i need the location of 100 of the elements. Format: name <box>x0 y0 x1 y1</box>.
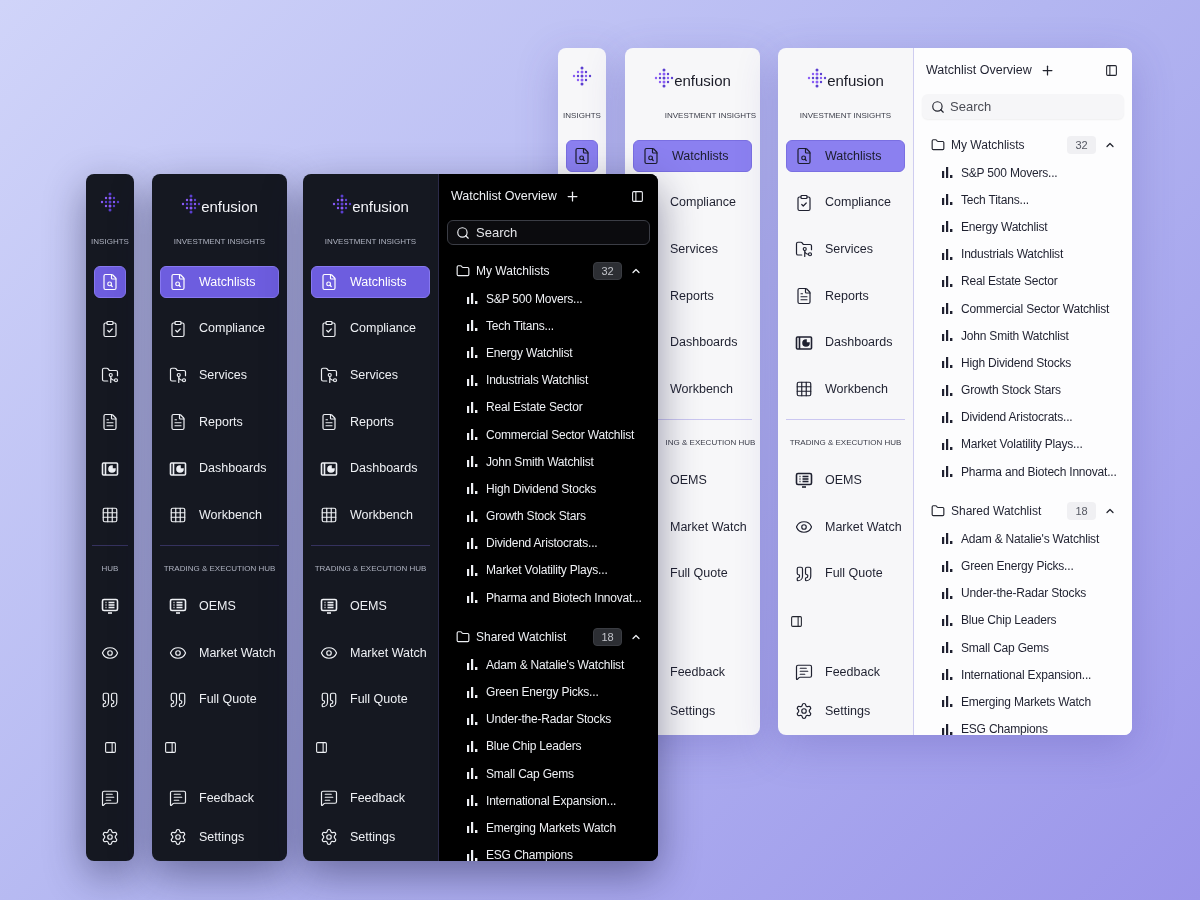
nav-item[interactable]: Feedback <box>786 656 905 688</box>
watchlist-item[interactable]: Dividend Aristocrats... <box>922 403 1124 431</box>
message-icon <box>795 663 813 681</box>
search-field[interactable]: Search <box>447 220 650 245</box>
watchlist-item[interactable]: S&P 500 Movers... <box>447 285 650 313</box>
nav-item[interactable]: Services <box>160 359 279 392</box>
watchlist-item[interactable]: Industrials Watchlist <box>447 366 650 394</box>
nav-item[interactable]: Compliance <box>786 186 905 219</box>
watchlist-item[interactable]: Small Cap Gems <box>922 634 1124 662</box>
watchlist-item[interactable]: John Smith Watchlist <box>922 322 1124 350</box>
nav-item[interactable]: Workbench <box>160 499 279 532</box>
nav-item[interactable]: Market Watch <box>786 511 905 544</box>
watchlist-item[interactable]: High Dividend Stocks <box>447 475 650 503</box>
nav-item[interactable]: Watchlists <box>633 140 752 172</box>
nav-item[interactable]: Reports <box>160 406 279 439</box>
watchlist-item[interactable]: Blue Chip Leaders <box>447 732 650 760</box>
watchlist-item[interactable]: ESG Champions <box>447 841 650 861</box>
nav-item[interactable]: Services <box>661 233 752 266</box>
nav-button[interactable] <box>94 266 126 298</box>
nav-item[interactable]: Workbench <box>661 373 752 406</box>
nav-item[interactable]: Full Quote <box>311 683 430 716</box>
nav-item[interactable]: Settings <box>311 821 430 853</box>
watchlist-item[interactable]: International Expansion... <box>922 661 1124 689</box>
nav-item[interactable]: Market Watch <box>661 511 752 544</box>
nav-item[interactable]: OEMS <box>160 590 279 623</box>
quote-icon <box>101 690 119 709</box>
watchlist-item[interactable]: Tech Titans... <box>922 186 1124 214</box>
watchlist-item[interactable]: Growth Stock Stars <box>447 502 650 530</box>
search-field[interactable]: Search <box>922 94 1124 119</box>
bar-chart-icon <box>942 248 953 260</box>
nav-item[interactable]: Watchlists <box>786 140 905 172</box>
watchlist-item[interactable]: Pharma and Biotech Innovat... <box>922 458 1124 486</box>
nav-item[interactable]: Settings <box>786 695 905 727</box>
watchlist-item[interactable]: Commercial Sector Watchlist <box>447 420 650 449</box>
nav-item[interactable]: Feedback <box>311 782 430 814</box>
nav-item[interactable]: Settings <box>661 695 752 727</box>
panel-toggle-icon[interactable] <box>790 615 803 629</box>
document-search-icon <box>320 273 338 291</box>
watchlist-item[interactable]: Energy Watchlist <box>447 339 650 367</box>
nav-item[interactable]: Services <box>786 233 905 266</box>
watchlist-item[interactable]: Commercial Sector Watchlist <box>922 294 1124 323</box>
watchlist-item[interactable]: Market Volatility Plays... <box>922 430 1124 459</box>
nav-item[interactable]: Compliance <box>311 312 430 345</box>
watchlist-item[interactable]: John Smith Watchlist <box>447 448 650 476</box>
panel-toggle-icon[interactable] <box>1105 63 1118 77</box>
nav-item[interactable]: Feedback <box>661 656 752 688</box>
nav-item[interactable]: Dashboards <box>160 452 279 485</box>
watchlist-item[interactable]: Real Estate Sector <box>922 267 1124 295</box>
nav-item[interactable]: Services <box>311 359 430 392</box>
nav-item[interactable]: Reports <box>661 280 752 313</box>
nav-item[interactable]: Compliance <box>661 186 752 219</box>
watchlist-item[interactable]: Emerging Markets Watch <box>447 814 650 842</box>
nav-item[interactable]: Workbench <box>311 499 430 532</box>
nav-item[interactable]: Market Watch <box>160 637 279 670</box>
nav-item[interactable]: Compliance <box>160 312 279 345</box>
watchlist-item[interactable]: Blue Chip Leaders <box>922 606 1124 634</box>
watchlist-item[interactable]: Market Volatility Plays... <box>447 556 650 585</box>
nav-item[interactable]: Reports <box>311 406 430 439</box>
nav-item[interactable]: Feedback <box>160 782 279 814</box>
watchlist-item[interactable]: Growth Stock Stars <box>922 376 1124 404</box>
nav-item[interactable]: OEMS <box>786 464 905 497</box>
plus-icon[interactable] <box>564 188 580 204</box>
document-search-icon <box>573 147 591 165</box>
folder-branch-icon <box>101 366 119 385</box>
watchlist-item[interactable]: Adam & Natalie's Watchlist <box>447 651 650 679</box>
nav-item[interactable]: Settings <box>160 821 279 853</box>
watchlist-item[interactable]: Emerging Markets Watch <box>922 688 1124 716</box>
plus-icon[interactable] <box>1039 62 1055 78</box>
nav-item[interactable]: OEMS <box>661 464 752 497</box>
watchlist-item[interactable]: Under-the-Radar Stocks <box>922 579 1124 607</box>
bar-chart-icon <box>467 429 478 441</box>
watchlist-item[interactable]: High Dividend Stocks <box>922 349 1124 377</box>
watchlist-item[interactable]: Green Energy Picks... <box>447 678 650 706</box>
nav-item[interactable]: Full Quote <box>661 557 752 590</box>
watchlist-item[interactable]: Adam & Natalie's Watchlist <box>922 525 1124 553</box>
watchlist-item[interactable]: Pharma and Biotech Innovat... <box>447 584 650 612</box>
watchlist-item[interactable]: ESG Champions <box>922 715 1124 735</box>
watchlist-item[interactable]: Small Cap Gems <box>447 760 650 788</box>
watchlist-item[interactable]: Industrials Watchlist <box>922 240 1124 268</box>
watchlist-item[interactable]: Under-the-Radar Stocks <box>447 705 650 733</box>
nav-item[interactable]: Dashboards <box>311 452 430 485</box>
nav-item[interactable]: Workbench <box>786 373 905 406</box>
nav-item[interactable]: Dashboards <box>786 326 905 359</box>
watchlist-item[interactable]: S&P 500 Movers... <box>922 159 1124 187</box>
watchlist-item[interactable]: Tech Titans... <box>447 312 650 340</box>
nav-item[interactable]: Reports <box>786 280 905 313</box>
watchlist-item[interactable]: Dividend Aristocrats... <box>447 529 650 557</box>
nav-item[interactable]: Watchlists <box>160 266 279 298</box>
nav-item[interactable]: OEMS <box>311 590 430 623</box>
nav-item[interactable]: Full Quote <box>160 683 279 716</box>
watchlist-item[interactable]: Energy Watchlist <box>922 213 1124 241</box>
nav-item[interactable]: Market Watch <box>311 637 430 670</box>
logo-dots-icon <box>807 68 828 88</box>
watchlist-item[interactable]: Green Energy Picks... <box>922 552 1124 580</box>
nav-item[interactable]: Watchlists <box>311 266 430 298</box>
nav-item[interactable]: Dashboards <box>661 326 752 359</box>
watchlist-item[interactable]: Real Estate Sector <box>447 393 650 421</box>
nav-button[interactable] <box>566 140 598 172</box>
watchlist-item[interactable]: International Expansion... <box>447 787 650 815</box>
nav-item[interactable]: Full Quote <box>786 557 905 590</box>
